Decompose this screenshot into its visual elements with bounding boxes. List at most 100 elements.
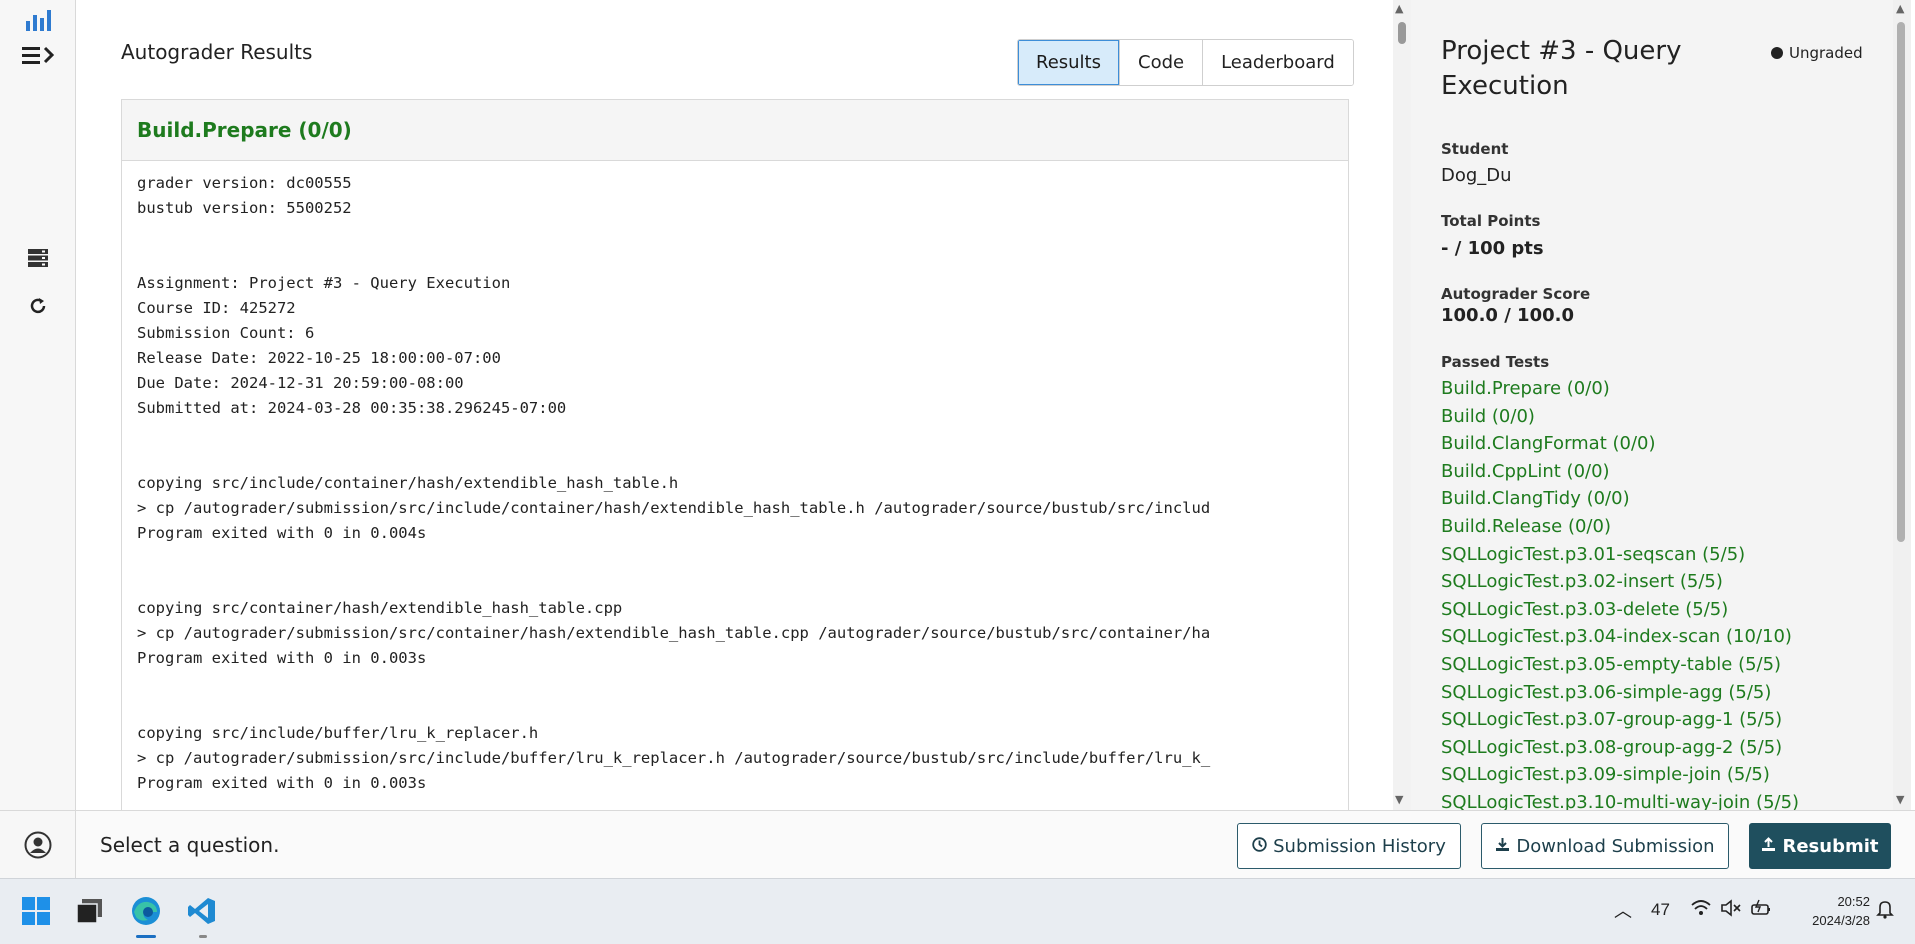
- download-icon: [1495, 836, 1510, 857]
- scroll-down-arrow[interactable]: ▼: [1395, 793, 1403, 806]
- sidebar-scroll-up-arrow[interactable]: ▲: [1896, 2, 1904, 15]
- passed-test-link[interactable]: Build (0/0): [1441, 403, 1799, 431]
- console-line: bustub version: 5500252: [137, 199, 352, 217]
- clock-time[interactable]: 20:52: [1820, 894, 1870, 909]
- submission-sidebar: Project #3 - Query Execution Ungraded St…: [1411, 0, 1895, 810]
- passed-test-link[interactable]: SQLLogicTest.p3.06-simple-agg (5/5): [1441, 679, 1799, 707]
- tab-code[interactable]: Code: [1120, 40, 1204, 85]
- volume-muted-icon[interactable]: [1720, 899, 1742, 922]
- passed-test-link[interactable]: SQLLogicTest.p3.07-group-agg-1 (5/5): [1441, 706, 1799, 734]
- left-nav-rail: [0, 0, 76, 878]
- passed-test-link[interactable]: SQLLogicTest.p3.01-seqscan (5/5): [1441, 541, 1799, 569]
- grading-status: Ungraded: [1771, 44, 1863, 62]
- user-avatar-icon: [24, 831, 51, 859]
- autograder-score-value: 100.0 / 100.0: [1441, 305, 1574, 326]
- passed-test-link[interactable]: SQLLogicTest.p3.02-insert (5/5): [1441, 568, 1799, 596]
- main-content: Autograder Results Results Code Leaderbo…: [76, 0, 1399, 810]
- history-icon: [1252, 836, 1267, 857]
- sidebar-scrollbar[interactable]: ▲ ▼: [1893, 0, 1911, 810]
- footer-bar: Select a question. Submission History Do…: [76, 810, 1915, 879]
- scroll-up-arrow[interactable]: ▲: [1395, 2, 1403, 15]
- stats-icon[interactable]: [20, 2, 56, 38]
- console-line: > cp /autograder/submission/src/include/…: [137, 749, 1211, 767]
- student-label: Student: [1441, 140, 1509, 158]
- console-output: grader version: dc00555 bustub version: 5…: [122, 161, 1348, 806]
- main-scrollbar[interactable]: ▲ ▼: [1393, 0, 1411, 810]
- passed-test-link[interactable]: Build.Release (0/0): [1441, 513, 1799, 541]
- console-line: Due Date: 2024-12-31 20:59:00-08:00: [137, 374, 464, 392]
- clock-date[interactable]: 2024/3/28: [1790, 913, 1870, 928]
- resubmit-button[interactable]: Resubmit: [1749, 823, 1891, 869]
- notification-bell-icon[interactable]: [1876, 899, 1894, 924]
- tab-leaderboard[interactable]: Leaderboard: [1203, 40, 1353, 85]
- running-app-indicator: [199, 935, 207, 938]
- active-app-indicator: [136, 935, 156, 938]
- console-line: > cp /autograder/submission/src/containe…: [137, 624, 1211, 642]
- refresh-icon[interactable]: [20, 288, 56, 324]
- passed-test-link[interactable]: Build.ClangTidy (0/0): [1441, 485, 1799, 513]
- test-output-title: Build.Prepare (0/0): [122, 100, 1348, 161]
- console-line: Course ID: 425272: [137, 299, 296, 317]
- console-line: Program exited with 0 in 0.003s: [137, 649, 427, 667]
- tray-temperature[interactable]: 47: [1651, 900, 1670, 920]
- vscode-icon[interactable]: [184, 893, 220, 929]
- console-line: grader version: dc00555: [137, 174, 352, 192]
- edge-browser-icon[interactable]: [128, 893, 164, 929]
- upload-icon: [1761, 836, 1776, 857]
- sidebar-scroll-down-arrow[interactable]: ▼: [1896, 793, 1904, 806]
- test-output-panel: Build.Prepare (0/0) grader version: dc00…: [121, 99, 1349, 810]
- student-value: Dog_Du: [1441, 165, 1512, 186]
- total-points-label: Total Points: [1441, 212, 1541, 230]
- task-view-icon[interactable]: [72, 893, 108, 929]
- server-icon[interactable]: [20, 240, 56, 276]
- passed-tests-label: Passed Tests: [1441, 353, 1550, 371]
- passed-tests-list: Build.Prepare (0/0) Build (0/0) Build.Clan…: [1441, 375, 1799, 810]
- passed-test-link[interactable]: Build.Prepare (0/0): [1441, 375, 1799, 403]
- windows-start-icon[interactable]: [18, 893, 54, 929]
- status-label: Ungraded: [1789, 44, 1863, 62]
- console-line: Program exited with 0 in 0.004s: [137, 524, 427, 542]
- passed-test-link[interactable]: Build.ClangFormat (0/0): [1441, 430, 1799, 458]
- status-dot-icon: [1771, 47, 1783, 59]
- passed-test-link[interactable]: SQLLogicTest.p3.03-delete (5/5): [1441, 596, 1799, 624]
- console-line: copying src/include/buffer/lru_k_replace…: [137, 724, 539, 742]
- tab-results[interactable]: Results: [1018, 40, 1120, 85]
- project-title: Project #3 - Query Execution: [1441, 36, 1682, 101]
- console-line: Release Date: 2022-10-25 18:00:00-07:00: [137, 349, 501, 367]
- battery-icon[interactable]: [1750, 899, 1774, 922]
- results-tabs: Results Code Leaderboard: [1017, 39, 1354, 86]
- console-line: Program exited with 0 in 0.003s: [137, 774, 427, 792]
- account-button[interactable]: [0, 810, 75, 879]
- tray-overflow-chevron-icon[interactable]: ︿: [1614, 897, 1632, 923]
- console-line: Submitted at: 2024-03-28 00:35:38.296245…: [137, 399, 567, 417]
- sidebar-scroll-thumb[interactable]: [1897, 22, 1905, 542]
- passed-test-link[interactable]: SQLLogicTest.p3.08-group-agg-2 (5/5): [1441, 734, 1799, 762]
- passed-test-link[interactable]: SQLLogicTest.p3.05-empty-table (5/5): [1441, 651, 1799, 679]
- expand-menu-icon[interactable]: [20, 37, 56, 73]
- passed-test-link[interactable]: SQLLogicTest.p3.04-index-scan (10/10): [1441, 623, 1799, 651]
- passed-test-link[interactable]: Build.CppLint (0/0): [1441, 458, 1799, 486]
- console-line: copying src/container/hash/extendible_ha…: [137, 599, 623, 617]
- submission-history-button[interactable]: Submission History: [1237, 823, 1461, 869]
- autograder-score-label: Autograder Score: [1441, 285, 1591, 303]
- console-line: Assignment: Project #3 - Query Execution: [137, 274, 511, 292]
- download-submission-button[interactable]: Download Submission: [1481, 823, 1729, 869]
- console-line: copying src/include/container/hash/exten…: [137, 474, 679, 492]
- select-question-text: Select a question.: [100, 833, 280, 857]
- console-line: > cp /autograder/submission/src/include/…: [137, 499, 1211, 517]
- console-line: Submission Count: 6: [137, 324, 315, 342]
- page-title: Autograder Results: [121, 40, 313, 64]
- taskbar: ︿ 47 20:52 2024/3/28: [0, 878, 1915, 944]
- scroll-thumb[interactable]: [1398, 22, 1406, 44]
- passed-test-link[interactable]: SQLLogicTest.p3.10-multi-way-join (5/5): [1441, 789, 1799, 810]
- wifi-icon[interactable]: [1690, 899, 1712, 922]
- passed-test-link[interactable]: SQLLogicTest.p3.09-simple-join (5/5): [1441, 761, 1799, 789]
